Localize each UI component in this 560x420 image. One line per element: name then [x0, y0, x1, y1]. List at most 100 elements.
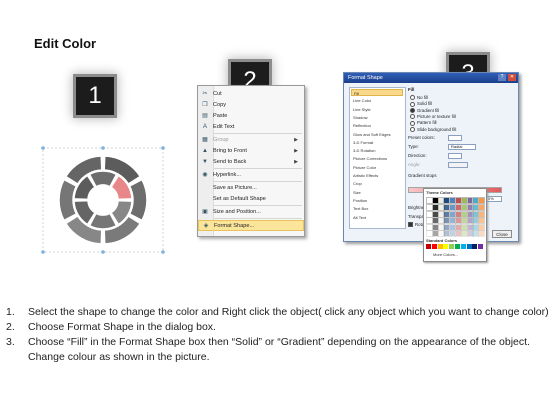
step-number: 3. — [6, 336, 15, 348]
nav-item-glow-and-soft-edges[interactable]: Glow and Soft Edges — [351, 131, 403, 138]
fill-option-gradient-fill[interactable]: Gradient fill — [410, 108, 439, 114]
menu-item-set-as-default-shape[interactable]: Set as Default Shape — [198, 194, 304, 205]
menu-item-label: Paste — [213, 113, 228, 119]
standard-colors-heading: Standard Colors — [426, 238, 458, 243]
angle-label: Angle: — [408, 162, 421, 167]
standard-color-swatch[interactable] — [466, 244, 472, 249]
step-text: Choose Format Shape in the dialog box. — [28, 321, 216, 333]
copy-icon: ❐ — [202, 102, 208, 108]
menu-item-edit-text[interactable]: A Edit Text — [198, 122, 304, 133]
standard-color-swatch[interactable] — [472, 244, 478, 249]
help-icon[interactable]: ? — [498, 74, 506, 81]
menu-item-hyperlink[interactable]: ◉ Hyperlink... — [198, 170, 304, 181]
selection-handle[interactable] — [161, 250, 165, 254]
nav-item-fill[interactable]: Fill — [351, 89, 403, 96]
submenu-arrow-icon: ▶ — [294, 148, 298, 154]
dialog-title-bar: Format Shape ? ✕ — [344, 73, 518, 83]
fill-option-pattern-fill[interactable]: Pattern fill — [410, 120, 437, 126]
menu-item-label: Group — [213, 137, 229, 143]
ring-segment[interactable] — [128, 178, 148, 222]
hyperlink-icon: ◉ — [202, 172, 208, 178]
menu-item-group[interactable]: ▦ Group ▶ — [198, 135, 304, 146]
instructions: 1. Select the shape to change the color a… — [6, 305, 551, 365]
standard-color-swatch[interactable] — [449, 244, 455, 249]
selection-handle[interactable] — [101, 146, 105, 150]
standard-color-swatch[interactable] — [478, 244, 484, 249]
menu-item-format-shape[interactable]: ◈ Format Shape... — [198, 220, 304, 231]
nav-item-crop[interactable]: Crop — [351, 180, 403, 187]
close-button[interactable]: Close — [492, 230, 512, 238]
direction-dropdown[interactable] — [448, 153, 462, 159]
nav-item-reflection[interactable]: Reflection — [351, 122, 403, 129]
menu-item-size-and-position[interactable]: ▣ Size and Position... — [198, 207, 304, 218]
fill-option-picture-or-texture-fill[interactable]: Picture or texture fill — [410, 114, 456, 120]
menu-separator — [214, 205, 302, 206]
step-text: Choose “Fill” in the Format Shape box th… — [28, 336, 530, 363]
nav-item-line-style[interactable]: Line Style — [351, 106, 403, 113]
menu-item-cut[interactable]: ✂ Cut — [198, 89, 304, 100]
format-shape-icon: ◈ — [203, 223, 209, 229]
nav-item-position[interactable]: Position — [351, 197, 403, 204]
standard-color-swatch[interactable] — [437, 244, 443, 249]
fill-option-slide-background-fill[interactable]: Slide background fill — [410, 127, 456, 133]
radio-icon — [410, 95, 415, 101]
direction-label: Direction: — [408, 153, 427, 158]
standard-color-swatch[interactable] — [431, 244, 437, 249]
fill-option-no-fill[interactable]: No fill — [410, 95, 428, 101]
bring-front-icon: ▲ — [202, 148, 208, 154]
ring-segment[interactable] — [58, 178, 78, 222]
radio-icon — [410, 107, 415, 113]
menu-item-save-as-picture[interactable]: Save as Picture... — [198, 183, 304, 194]
gradient-stops-label: Gradient stops — [408, 173, 437, 178]
nav-item-alt-text[interactable]: Alt Text — [351, 214, 403, 221]
nav-item-text-box[interactable]: Text Box — [351, 205, 403, 212]
radio-icon — [410, 126, 415, 132]
color-palette-dropdown: Theme Colors Standard Colors More Colors… — [423, 188, 487, 262]
instruction-step: 2. Choose Format Shape in the dialog box. — [6, 320, 551, 335]
selection-handle[interactable] — [101, 250, 105, 254]
step-number: 1. — [6, 306, 15, 318]
nav-item-picture-color[interactable]: Picture Color — [351, 164, 403, 171]
menu-item-label: Edit Text — [213, 124, 235, 130]
menu-item-bring-to-front[interactable]: ▲ Bring to Front ▶ — [198, 146, 304, 157]
preset-colors-label: Preset colors: — [408, 135, 435, 140]
nav-item-size[interactable]: Size — [351, 189, 403, 196]
menu-item-copy[interactable]: ❐ Copy — [198, 100, 304, 111]
selection-handle[interactable] — [41, 146, 45, 150]
theme-color-swatch[interactable] — [478, 230, 486, 237]
menu-item-paste[interactable]: ▤ Paste — [198, 111, 304, 122]
size-icon: ▣ — [202, 209, 208, 215]
position-field[interactable]: 0% — [486, 196, 502, 202]
paste-icon: ▤ — [202, 113, 208, 119]
menu-item-label: Send to Back — [213, 159, 247, 165]
more-colors-option[interactable]: More Colors... — [433, 252, 458, 257]
standard-color-swatch[interactable] — [455, 244, 460, 249]
segmented-ring-diagram[interactable] — [38, 145, 168, 255]
menu-separator — [214, 181, 302, 182]
menu-separator — [214, 133, 302, 134]
type-dropdown[interactable]: Radial — [448, 144, 476, 150]
standard-color-swatch[interactable] — [443, 244, 449, 249]
scissors-icon: ✂ — [202, 91, 208, 97]
standard-color-swatch[interactable] — [426, 244, 431, 249]
dialog-title: Format Shape — [348, 75, 383, 81]
fill-heading: Fill — [408, 87, 415, 92]
instruction-step: 3. Choose “Fill” in the Format Shape box … — [6, 335, 551, 365]
fill-option-solid-fill[interactable]: Solid fill — [410, 101, 432, 107]
selection-handle[interactable] — [161, 146, 165, 150]
nav-item-shadow[interactable]: Shadow — [351, 114, 403, 121]
theme-color-swatch[interactable] — [478, 197, 486, 204]
selection-handle[interactable] — [41, 250, 45, 254]
close-icon[interactable]: ✕ — [508, 74, 516, 81]
preset-colors-dropdown[interactable] — [448, 135, 462, 141]
nav-item-line-color[interactable]: Line Color — [351, 97, 403, 104]
nav-item-artistic-effects[interactable]: Artistic Effects — [351, 172, 403, 179]
nav-item-3-d-rotation[interactable]: 3-D Rotation — [351, 147, 403, 154]
ring-center — [89, 186, 117, 214]
menu-icon-blank — [201, 185, 209, 192]
nav-item-picture-corrections[interactable]: Picture Corrections — [351, 155, 403, 162]
standard-color-swatch[interactable] — [460, 244, 466, 249]
menu-item-send-to-back[interactable]: ▼ Send to Back ▶ — [198, 157, 304, 168]
edit-text-icon: A — [202, 124, 207, 130]
nav-item-3-d-format[interactable]: 3-D Format — [351, 139, 403, 146]
